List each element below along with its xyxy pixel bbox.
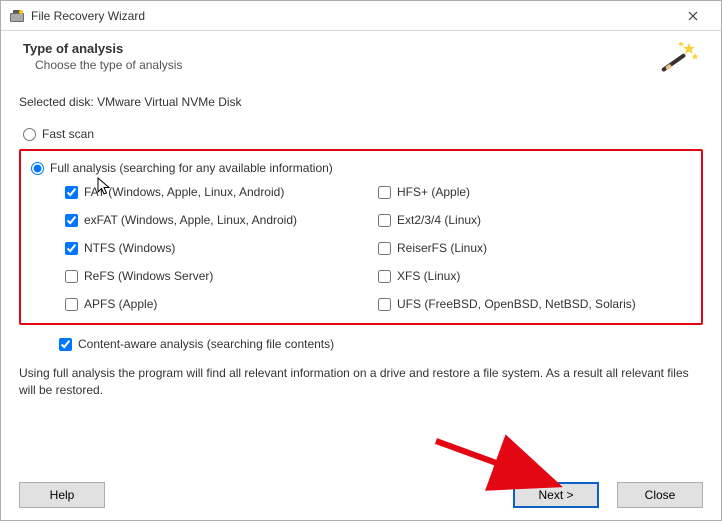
selected-disk-label: Selected disk: (19, 95, 94, 109)
content-aware-label[interactable]: Content-aware analysis (searching file c… (78, 337, 334, 351)
wizard-header: Type of analysis Choose the type of anal… (1, 31, 721, 87)
fs-ufs-row[interactable]: UFS (FreeBSD, OpenBSD, NetBSD, Solaris) (378, 297, 681, 311)
fs-ntfs-label[interactable]: NTFS (Windows) (84, 241, 175, 255)
titlebar: File Recovery Wizard (1, 1, 721, 31)
fs-xfs-label[interactable]: XFS (Linux) (397, 269, 460, 283)
fs-xfs-checkbox[interactable] (378, 270, 391, 283)
content-aware-row[interactable]: Content-aware analysis (searching file c… (59, 337, 703, 351)
wizard-wand-icon (659, 39, 699, 79)
fs-ext-checkbox[interactable] (378, 214, 391, 227)
fs-exfat-checkbox[interactable] (65, 214, 78, 227)
fs-hfs-row[interactable]: HFS+ (Apple) (378, 185, 681, 199)
fast-scan-row[interactable]: Fast scan (23, 127, 703, 141)
wizard-body: Selected disk: VMware Virtual NVMe Disk … (1, 87, 721, 423)
wizard-header-text: Type of analysis Choose the type of anal… (23, 41, 659, 72)
full-analysis-radio[interactable] (31, 162, 44, 175)
fs-reiser-row[interactable]: ReiserFS (Linux) (378, 241, 681, 255)
fs-refs-label[interactable]: ReFS (Windows Server) (84, 269, 213, 283)
fs-apfs-checkbox[interactable] (65, 298, 78, 311)
fs-refs-row[interactable]: ReFS (Windows Server) (65, 269, 368, 283)
fs-reiser-checkbox[interactable] (378, 242, 391, 255)
close-window-button[interactable] (671, 2, 715, 30)
fs-apfs-row[interactable]: APFS (Apple) (65, 297, 368, 311)
fast-scan-label[interactable]: Fast scan (42, 127, 94, 141)
fs-xfs-row[interactable]: XFS (Linux) (378, 269, 681, 283)
fs-hfs-label[interactable]: HFS+ (Apple) (397, 185, 470, 199)
fs-fat-row[interactable]: FAT (Windows, Apple, Linux, Android) (65, 185, 368, 199)
fs-hfs-checkbox[interactable] (378, 186, 391, 199)
fs-exfat-row[interactable]: exFAT (Windows, Apple, Linux, Android) (65, 213, 368, 227)
app-icon (9, 8, 25, 24)
page-title: Type of analysis (23, 41, 659, 56)
button-row: Help Next > Close (1, 482, 721, 508)
fs-ufs-label[interactable]: UFS (FreeBSD, OpenBSD, NetBSD, Solaris) (397, 297, 636, 311)
fs-exfat-label[interactable]: exFAT (Windows, Apple, Linux, Android) (84, 213, 297, 227)
fs-ext-row[interactable]: Ext2/3/4 (Linux) (378, 213, 681, 227)
fs-reiser-label[interactable]: ReiserFS (Linux) (397, 241, 487, 255)
window-title: File Recovery Wizard (31, 9, 671, 23)
full-analysis-block: Full analysis (searching for any availab… (19, 149, 703, 325)
fs-ntfs-row[interactable]: NTFS (Windows) (65, 241, 368, 255)
fs-ext-label[interactable]: Ext2/3/4 (Linux) (397, 213, 481, 227)
content-aware-checkbox[interactable] (59, 338, 72, 351)
fs-fat-label[interactable]: FAT (Windows, Apple, Linux, Android) (84, 185, 284, 199)
close-button[interactable]: Close (617, 482, 703, 508)
fs-fat-checkbox[interactable] (65, 186, 78, 199)
fs-apfs-label[interactable]: APFS (Apple) (84, 297, 157, 311)
fast-scan-radio[interactable] (23, 128, 36, 141)
next-button[interactable]: Next > (513, 482, 599, 508)
selected-disk-value: VMware Virtual NVMe Disk (97, 95, 241, 109)
page-subtitle: Choose the type of analysis (23, 58, 659, 72)
help-button[interactable]: Help (19, 482, 105, 508)
full-analysis-label[interactable]: Full analysis (searching for any availab… (50, 161, 333, 175)
fs-ntfs-checkbox[interactable] (65, 242, 78, 255)
filesystem-grid: FAT (Windows, Apple, Linux, Android) HFS… (31, 185, 691, 311)
selected-disk-row: Selected disk: VMware Virtual NVMe Disk (19, 95, 703, 109)
info-text: Using full analysis the program will fin… (19, 365, 703, 399)
dialog-window: File Recovery Wizard Type of analysis Ch… (0, 0, 722, 521)
fs-ufs-checkbox[interactable] (378, 298, 391, 311)
fs-refs-checkbox[interactable] (65, 270, 78, 283)
full-analysis-row[interactable]: Full analysis (searching for any availab… (31, 161, 691, 175)
